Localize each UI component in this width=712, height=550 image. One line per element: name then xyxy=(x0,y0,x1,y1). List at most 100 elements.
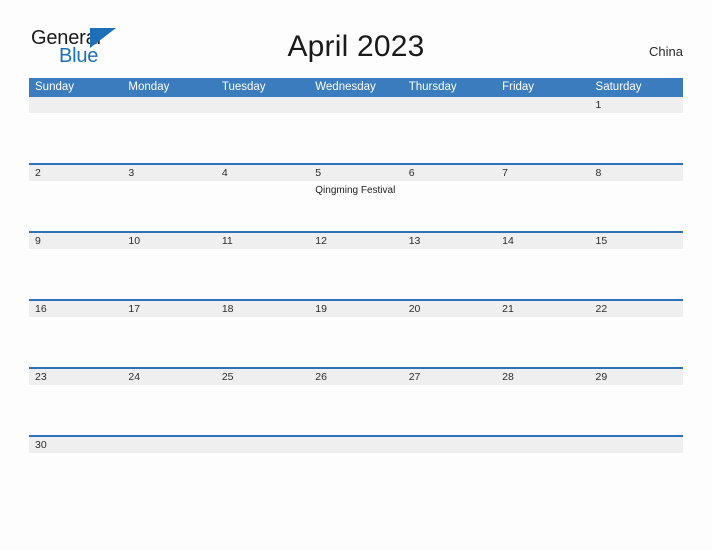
calendar-page: General Blue April 2023 China Sunday Mond… xyxy=(0,0,712,550)
calendar-day-10[interactable]: 10 xyxy=(122,233,216,299)
calendar-week-inner: 16 17 18 19 20 21 22 xyxy=(29,301,683,367)
day-number: 27 xyxy=(402,369,497,385)
calendar-day-27[interactable]: 27 xyxy=(402,369,497,435)
calendar-week-inner: 2 3 4 5 Qingming Festival 6 7 8 xyxy=(29,165,683,231)
calendar-day-17[interactable]: 17 xyxy=(122,301,216,367)
weekday-header-monday: Monday xyxy=(128,81,170,93)
weekday-header-saturday: Saturday xyxy=(595,81,642,93)
weekday-header-row: Sunday Monday Tuesday Wednesday Thursday Frid… xyxy=(29,78,683,97)
calendar-day-empty xyxy=(309,437,403,463)
weekday-header-tuesday: Tuesday xyxy=(221,81,266,93)
day-number: 11 xyxy=(215,233,310,249)
calendar-day-15[interactable]: 15 xyxy=(589,233,683,299)
calendar-week-inner: 30 xyxy=(29,437,683,463)
day-number xyxy=(402,97,497,113)
calendar-day-2[interactable]: 2 xyxy=(29,165,123,231)
calendar-day-11[interactable]: 11 xyxy=(215,233,310,299)
calendar-day-18[interactable]: 18 xyxy=(215,301,310,367)
calendar-day-4[interactable]: 4 xyxy=(215,165,310,231)
weekday-header-sunday: Sunday xyxy=(35,81,75,93)
day-number: 30 xyxy=(29,437,123,453)
calendar-day-empty xyxy=(589,437,683,463)
weekday-header-wednesday: Wednesday xyxy=(315,81,376,93)
day-number xyxy=(496,97,590,113)
holiday-event: Qingming Festival xyxy=(315,185,396,196)
day-number xyxy=(122,437,216,453)
calendar-day-5[interactable]: 5 Qingming Festival xyxy=(309,165,403,231)
calendar-day-empty xyxy=(215,437,310,463)
calendar-day-8[interactable]: 8 xyxy=(589,165,683,231)
calendar-day-empty xyxy=(402,97,497,163)
page-header: General Blue April 2023 China xyxy=(0,0,712,70)
calendar-day-1[interactable]: 1 xyxy=(589,97,683,163)
calendar-day-20[interactable]: 20 xyxy=(402,301,497,367)
calendar-week-inner: 1 xyxy=(29,97,683,163)
calendar-day-3[interactable]: 3 xyxy=(122,165,216,231)
calendar-day-13[interactable]: 13 xyxy=(402,233,497,299)
calendar-day-16[interactable]: 16 xyxy=(29,301,123,367)
day-number: 25 xyxy=(215,369,310,385)
day-number xyxy=(309,437,403,453)
calendar-day-empty xyxy=(309,97,403,163)
day-number: 4 xyxy=(215,165,310,181)
calendar-week-row: 23 24 25 26 27 28 29 xyxy=(29,367,683,435)
calendar-week-row: 2 3 4 5 Qingming Festival 6 7 8 xyxy=(29,163,683,231)
day-number: 17 xyxy=(122,301,216,317)
day-events: Qingming Festival xyxy=(309,181,402,197)
calendar-day-28[interactable]: 28 xyxy=(496,369,590,435)
calendar-day-26[interactable]: 26 xyxy=(309,369,403,435)
calendar-day-empty xyxy=(402,437,497,463)
calendar-week-inner: 23 24 25 26 27 28 29 xyxy=(29,369,683,435)
day-number: 20 xyxy=(402,301,497,317)
day-number: 12 xyxy=(309,233,403,249)
day-number xyxy=(402,437,497,453)
calendar-week-row: 30 xyxy=(29,435,683,463)
day-number: 7 xyxy=(496,165,590,181)
day-number: 5 xyxy=(309,165,403,181)
calendar-day-24[interactable]: 24 xyxy=(122,369,216,435)
day-number: 28 xyxy=(496,369,590,385)
day-number xyxy=(122,97,216,113)
day-number: 16 xyxy=(29,301,123,317)
calendar-day-6[interactable]: 6 xyxy=(402,165,497,231)
day-number xyxy=(29,97,123,113)
day-number: 10 xyxy=(122,233,216,249)
calendar-weeks: 1 2 3 4 5 Qingming Festival 6 7 8 9 10 11 12 13 14 15 16… xyxy=(29,97,683,463)
calendar-grid: Sunday Monday Tuesday Wednesday Thursday Frid… xyxy=(29,78,683,463)
calendar-day-12[interactable]: 12 xyxy=(309,233,403,299)
calendar-day-19[interactable]: 19 xyxy=(309,301,403,367)
calendar-week-row: 16 17 18 19 20 21 22 xyxy=(29,299,683,367)
calendar-day-empty xyxy=(122,437,216,463)
calendar-day-empty xyxy=(496,437,590,463)
day-number: 14 xyxy=(496,233,590,249)
calendar-day-21[interactable]: 21 xyxy=(496,301,590,367)
day-number xyxy=(309,97,403,113)
weekday-header-friday: Friday xyxy=(502,81,535,93)
calendar-day-23[interactable]: 23 xyxy=(29,369,123,435)
day-number: 24 xyxy=(122,369,216,385)
calendar-day-30[interactable]: 30 xyxy=(29,437,123,463)
calendar-day-9[interactable]: 9 xyxy=(29,233,123,299)
day-number xyxy=(589,437,683,453)
day-number xyxy=(215,437,310,453)
day-number: 8 xyxy=(589,165,683,181)
calendar-day-22[interactable]: 22 xyxy=(589,301,683,367)
calendar-day-empty xyxy=(122,97,216,163)
calendar-day-empty xyxy=(215,97,310,163)
calendar-day-empty xyxy=(496,97,590,163)
calendar-week-row: 1 xyxy=(29,97,683,163)
calendar-day-29[interactable]: 29 xyxy=(589,369,683,435)
day-number: 26 xyxy=(309,369,403,385)
day-number: 23 xyxy=(29,369,123,385)
day-number xyxy=(496,437,590,453)
country-label: China xyxy=(649,44,683,59)
calendar-day-empty xyxy=(29,97,123,163)
day-number: 21 xyxy=(496,301,590,317)
day-number: 29 xyxy=(589,369,683,385)
calendar-day-25[interactable]: 25 xyxy=(215,369,310,435)
calendar-day-14[interactable]: 14 xyxy=(496,233,590,299)
calendar-day-7[interactable]: 7 xyxy=(496,165,590,231)
day-number xyxy=(215,97,310,113)
calendar-week-inner: 9 10 11 12 13 14 15 xyxy=(29,233,683,299)
day-number: 18 xyxy=(215,301,310,317)
